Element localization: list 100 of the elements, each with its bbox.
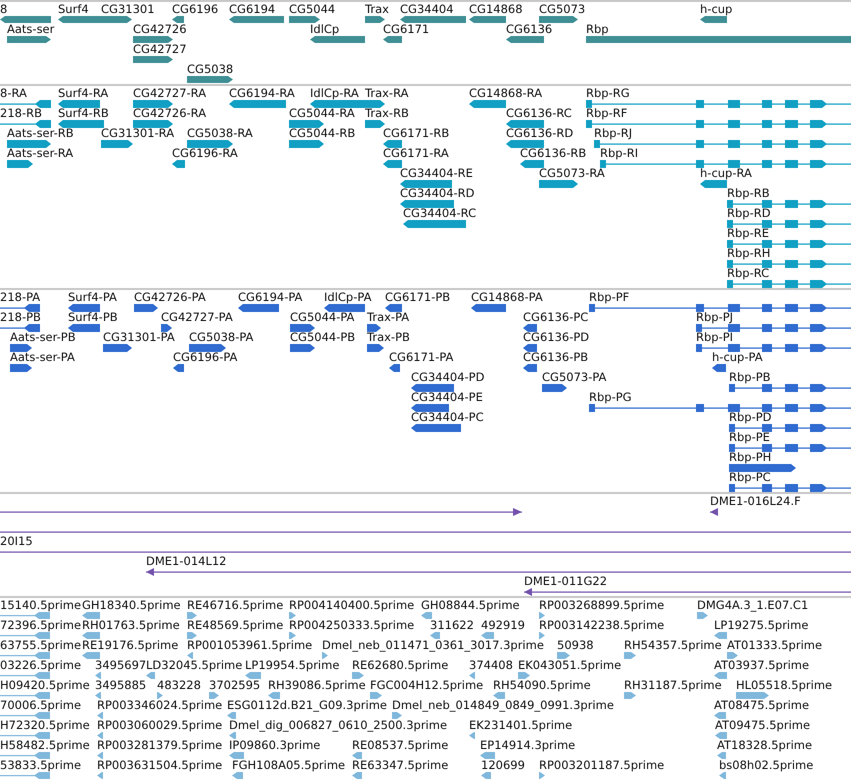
- est-label: DMG4A.3_1.E07.C1: [697, 598, 808, 612]
- protein-label: 218-PB: [0, 310, 41, 324]
- protein-label: CG5038-PA: [189, 330, 254, 344]
- est-label: AT03937.5prime: [714, 658, 810, 672]
- est-label: RE48569.5prime: [187, 618, 284, 632]
- transcript-label: CG5044-RB: [289, 126, 356, 140]
- protein-label: Surf4-PA: [68, 290, 117, 304]
- gene-label: CG6136: [506, 22, 552, 36]
- clone-label: DME1-016L24.F: [710, 494, 801, 508]
- clone-label: DME1-011G22: [524, 574, 608, 588]
- protein-label: CG34404-PE: [411, 390, 483, 404]
- est-label: 03226.5prime: [0, 658, 82, 672]
- transcript-label: CG5038-RA: [187, 126, 253, 140]
- transcript-label: IdlCp-RA: [310, 86, 359, 100]
- protein-label: Rbp-PB: [729, 370, 771, 384]
- transcript-label: Surf4-RA: [58, 86, 108, 100]
- protein-label: CG6136-PB: [523, 350, 588, 364]
- est-label: FGC004H12.5prime: [370, 678, 484, 692]
- est-label: RH54357.5prime: [624, 638, 722, 652]
- protein-label: CG6194-PA: [238, 290, 302, 304]
- est-label: 120699: [481, 758, 525, 772]
- transcript-label: Aats-ser-RB: [7, 126, 74, 140]
- gene-label: CG34404: [400, 2, 454, 16]
- protein-label: Trax-PA: [367, 310, 410, 324]
- clone-label: DME1-014L12: [146, 554, 226, 568]
- transcript-label: Rbp-RC: [727, 266, 770, 280]
- est-label: RP001053961.5prime: [187, 638, 312, 652]
- transcript-label: Rbp-RH: [727, 246, 770, 260]
- est-label: 3495697: [95, 658, 146, 672]
- est-label: RP003060029.5prime: [97, 718, 222, 732]
- transcript-label: CG31301-RA: [101, 126, 174, 140]
- est-label: AT01333.5prime: [727, 638, 822, 652]
- est-label: 70006.5prime: [0, 698, 82, 712]
- est-label: IP09860.3prime: [229, 738, 320, 752]
- est-label: EK043051.5prime: [518, 658, 622, 672]
- protein-label: CG6136-PD: [523, 330, 590, 344]
- est-label: RH31187.5prime: [624, 678, 722, 692]
- transcript-label: Aats-ser-RA: [7, 146, 74, 160]
- est-label: RP003346024.5prime: [97, 698, 222, 712]
- protein-label: Surf4-PB: [68, 310, 118, 324]
- transcript-label: CG42726-RA: [133, 106, 206, 120]
- est-label: LD32045.5prime: [146, 658, 242, 672]
- est-label: 72396.5prime: [0, 618, 82, 632]
- gene-label: CG6196: [172, 2, 218, 16]
- est-label: RH01763.5prime: [82, 618, 180, 632]
- protein-label: CG34404-PD: [411, 370, 484, 384]
- protein-label: CG5044-PB: [290, 330, 356, 344]
- est-label: bs08h02.5prime: [719, 758, 814, 772]
- est-label: H58482.5prime: [0, 738, 90, 752]
- est-label: FGH108A05.5prime: [232, 758, 346, 772]
- protein-label: CG14868-PA: [471, 290, 543, 304]
- protein-label: Rbp-PH: [729, 450, 772, 464]
- transcript-label: CG34404-RE: [400, 166, 473, 180]
- est-label: AT18328.5prime: [717, 738, 812, 752]
- transcript-label: Rbp-RG: [586, 86, 630, 100]
- protein-label: Rbp-PI: [696, 330, 734, 344]
- transcript-label: Rbp-RE: [727, 226, 769, 240]
- gene-label: CG6171: [383, 22, 430, 36]
- est-label: GH18340.5prime: [82, 598, 181, 612]
- est-label: 374408: [469, 658, 513, 672]
- est-label: H72320.5prime: [0, 718, 90, 732]
- transcript-label: Trax-RA: [365, 86, 408, 100]
- est-label: RE62680.5prime: [352, 658, 448, 672]
- gene-label: Trax: [365, 2, 389, 16]
- transcript-label: CG6194-RA: [229, 86, 295, 100]
- est-label: AT09475.5prime: [715, 718, 810, 732]
- est-label: 492919: [481, 618, 525, 632]
- est-label: ESG0112d.B21_G09.3prime: [227, 698, 387, 712]
- transcript-label: CG34404-RC: [403, 206, 476, 220]
- protein-label: CG6171-PB: [385, 290, 450, 304]
- est-label: RH54090.5prime: [493, 678, 591, 692]
- est-label: H09420.5prime: [0, 678, 90, 692]
- gene-label: IdlCp: [310, 22, 340, 36]
- gene-label: CG6194: [229, 2, 276, 16]
- protein-label: 218-PA: [0, 290, 40, 304]
- transcript-label: Rbp-RF: [586, 106, 628, 120]
- transcript-label: CG5044-RA: [289, 106, 355, 120]
- est-label: LP19275.5prime: [714, 618, 808, 632]
- protein-label: Rbp-PC: [729, 470, 771, 484]
- est-label: EK231401.5prime: [469, 718, 572, 732]
- gene-label: Surf4: [58, 2, 89, 16]
- est-label: 483228: [157, 678, 201, 692]
- protein-label: CG34404-PC: [411, 410, 484, 424]
- est-label: 53833.5prime: [0, 758, 82, 772]
- transcript-label: CG6136-RC: [506, 106, 572, 120]
- gene-label: Rbp: [586, 22, 609, 36]
- est-label: 3495885: [95, 678, 146, 692]
- transcript-label: CG42727-RA: [133, 86, 206, 100]
- transcript-label: Surf4-RB: [58, 106, 109, 120]
- gene-label: CG5044: [289, 2, 336, 16]
- transcript-label: Rbp-RJ: [594, 126, 632, 140]
- transcript-label: CG6136-RB: [520, 146, 586, 160]
- est-label: Dmel_neb_014849_0849_0991.3prime: [392, 698, 614, 712]
- transcript-label: CG6136-RD: [506, 126, 574, 140]
- est-label: 15140.5prime: [0, 598, 82, 612]
- protein-label: CG5044-PA: [290, 310, 354, 324]
- est-label: RE63347.5prime: [352, 758, 448, 772]
- transcript-label: CG6171-RA: [383, 146, 449, 160]
- protein-label: h-cup-PA: [712, 350, 763, 364]
- transcript-label: Trax-RB: [365, 106, 409, 120]
